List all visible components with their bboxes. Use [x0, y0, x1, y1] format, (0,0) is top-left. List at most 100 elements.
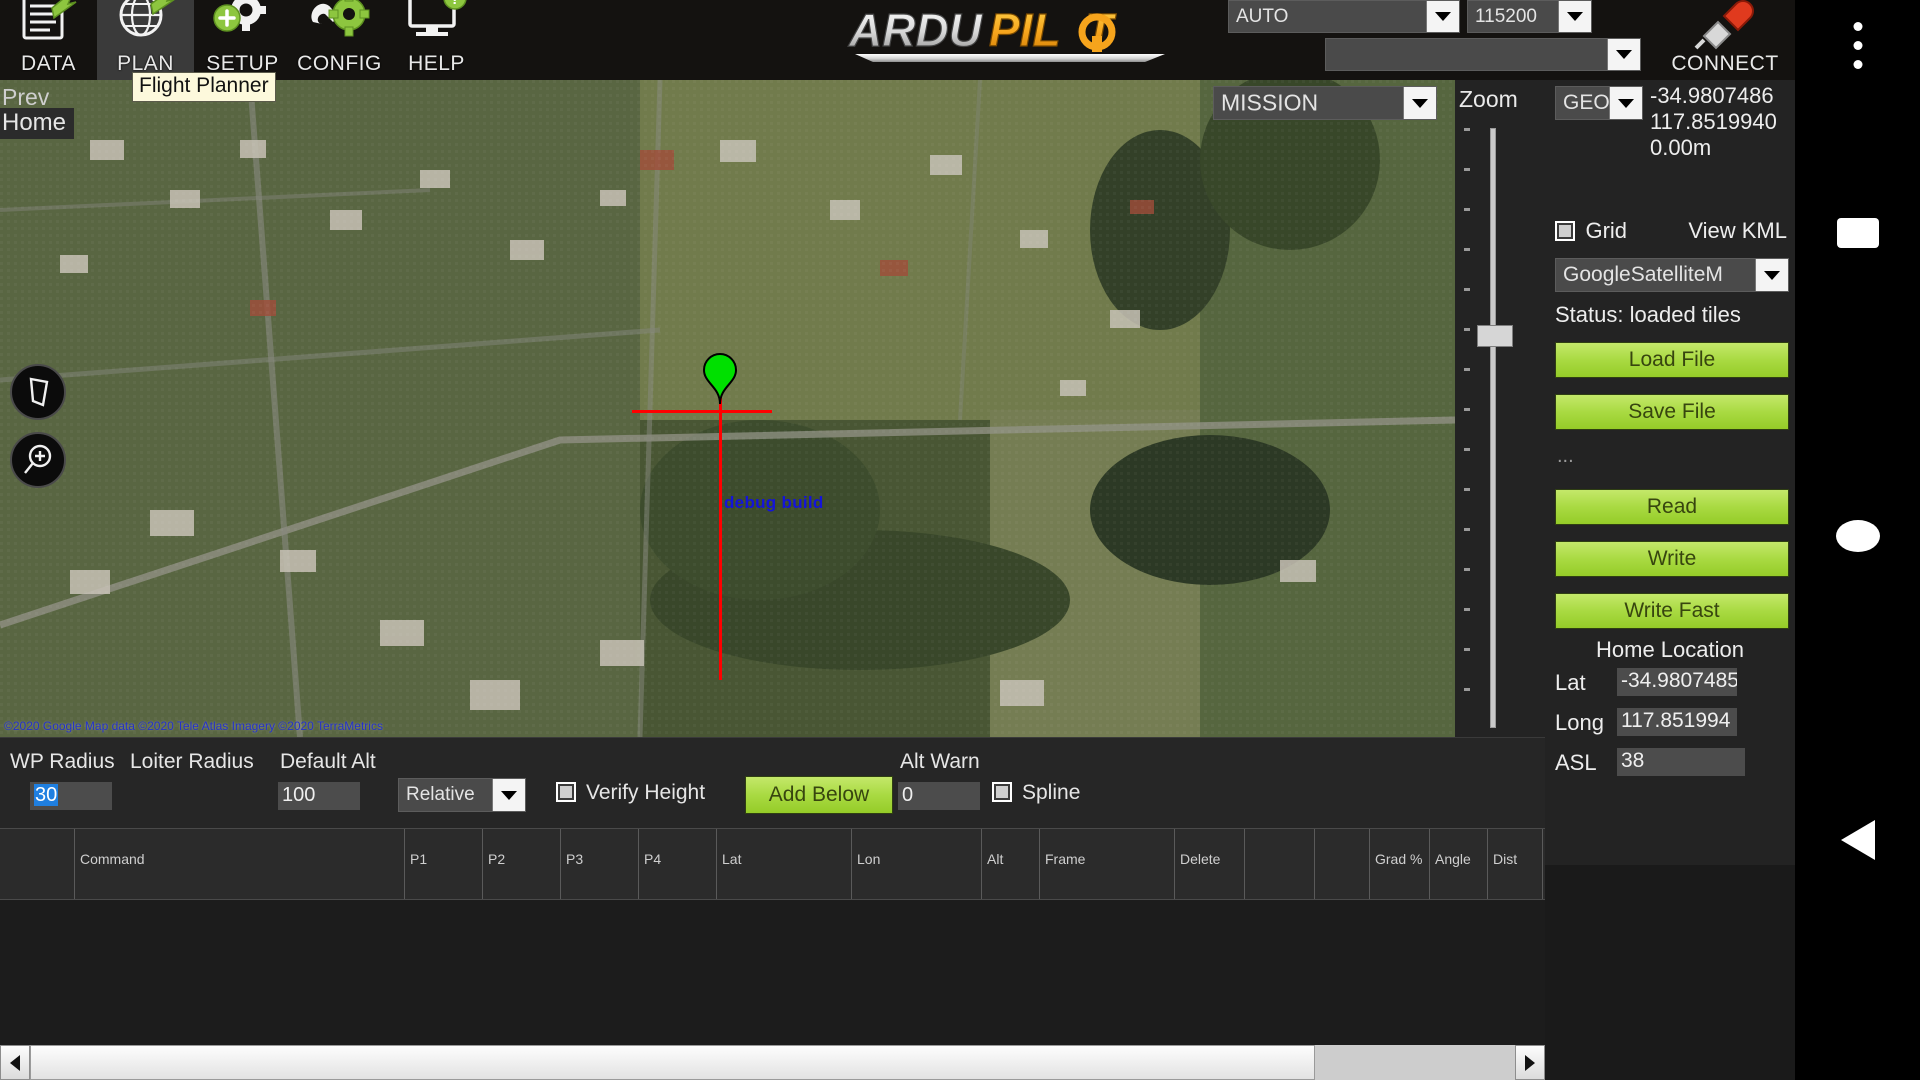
menu-item-config[interactable]: CONFIG: [291, 0, 388, 80]
home-long-field[interactable]: 117.851994: [1617, 708, 1737, 736]
waypoint-pin-icon[interactable]: [702, 353, 738, 405]
horizontal-scrollbar[interactable]: [0, 1045, 1545, 1080]
connect-button[interactable]: CONNECT: [1655, 0, 1795, 80]
grid-checkbox[interactable]: [1555, 221, 1575, 241]
default-alt-input[interactable]: 100: [278, 782, 360, 810]
menu-label-data: DATA: [21, 52, 76, 76]
waypoint-column-header[interactable]: P1: [405, 829, 483, 899]
map-status: Status: loaded tiles: [1555, 302, 1741, 328]
flight-planner-tooltip: Flight Planner: [132, 72, 276, 102]
chevron-down-icon[interactable]: [1607, 39, 1640, 70]
write-waypoints-button[interactable]: Write: [1555, 541, 1789, 577]
waypoint-column-header[interactable]: Frame: [1040, 829, 1175, 899]
menu-item-data[interactable]: DATA: [0, 0, 97, 80]
power-plug-icon: [1694, 0, 1756, 50]
menu-item-help[interactable]: ? HELP: [388, 0, 485, 80]
connection-port-value: AUTO: [1236, 6, 1288, 28]
verify-height-checkbox[interactable]: [556, 782, 576, 802]
chevron-down-icon[interactable]: [1558, 1, 1591, 32]
home-asl-field[interactable]: 38: [1617, 748, 1745, 776]
home-lat-field[interactable]: -34.9807485: [1617, 668, 1737, 696]
waypoint-column-header[interactable]: [1245, 829, 1315, 899]
map-provider-select[interactable]: GoogleSatelliteM: [1555, 258, 1789, 292]
waypoint-column-label: Alt: [987, 851, 1003, 867]
waypoint-column-header[interactable]: Alt: [982, 829, 1040, 899]
add-below-button[interactable]: Add Below: [745, 776, 893, 814]
scroll-right-arrow-icon[interactable]: [1515, 1045, 1545, 1080]
view-kml-link[interactable]: View KML: [1688, 218, 1787, 244]
waypoint-column-header[interactable]: Lon: [852, 829, 982, 899]
waypoint-column-header[interactable]: P2: [483, 829, 561, 899]
mission-side-panel: GEO -34.9807486 117.8519940 0.00m Grid V…: [1545, 80, 1795, 865]
serial-device-select[interactable]: [1325, 38, 1641, 71]
scroll-left-arrow-icon[interactable]: [0, 1045, 30, 1080]
map-zoom-in-button[interactable]: [10, 432, 66, 488]
grid-label: Grid: [1585, 218, 1627, 243]
alt-warn-label: Alt Warn: [900, 750, 980, 774]
waypoint-column-header[interactable]: [0, 829, 75, 899]
polygon-draw-icon: [21, 375, 55, 409]
monitor-help-icon: ?: [404, 0, 470, 46]
menu-item-setup[interactable]: SETUP: [194, 0, 291, 80]
more-options-ellipsis[interactable]: ...: [1557, 445, 1574, 468]
waypoint-column-label: Command: [80, 851, 145, 867]
top-toolbar: DATA PLAN: [0, 0, 1795, 80]
data-document-icon: [16, 0, 82, 46]
magnifier-plus-icon: [20, 442, 56, 478]
load-file-button[interactable]: Load File: [1555, 342, 1789, 378]
gear-plus-icon: [210, 0, 276, 46]
waypoint-column-header[interactable]: Command: [75, 829, 405, 899]
coordinate-system-value: GEO: [1563, 91, 1610, 115]
default-alt-label: Default Alt: [280, 750, 376, 774]
zoom-label: Zoom: [1459, 86, 1518, 113]
recent-apps-icon[interactable]: [1837, 218, 1879, 248]
overflow-menu-icon[interactable]: [1853, 22, 1862, 70]
read-waypoints-button[interactable]: Read: [1555, 489, 1789, 525]
wp-radius-input[interactable]: 30: [30, 782, 112, 810]
waypoint-table-body[interactable]: [0, 900, 1545, 1045]
menu-item-plan[interactable]: PLAN: [97, 0, 194, 80]
alt-warn-input[interactable]: 0: [898, 782, 980, 810]
connect-label: CONNECT: [1671, 52, 1778, 76]
waypoint-column-label: P4: [644, 851, 661, 867]
waypoint-column-header[interactable]: [1315, 829, 1370, 899]
home-icon[interactable]: [1836, 520, 1880, 552]
save-file-button[interactable]: Save File: [1555, 394, 1789, 430]
baud-rate-select[interactable]: 115200: [1467, 0, 1592, 33]
map-attribution: ©2020 Google Map data ©2020 Tele Atlas I…: [4, 719, 383, 733]
menu-label-config: CONFIG: [297, 52, 382, 76]
scrollbar-track[interactable]: [1315, 1045, 1515, 1080]
waypoint-column-header[interactable]: P4: [639, 829, 717, 899]
waypoint-column-header[interactable]: Grad %: [1370, 829, 1430, 899]
map-view[interactable]: Prev Home MISSION debug build ©2020 Goog…: [0, 80, 1455, 737]
waypoint-column-header[interactable]: Lat: [717, 829, 852, 899]
altitude-frame-select[interactable]: Relative: [398, 778, 526, 812]
waypoint-column-label: P2: [488, 851, 505, 867]
waypoint-column-header[interactable]: Delete: [1175, 829, 1245, 899]
chevron-down-icon[interactable]: [1403, 87, 1436, 119]
zoom-slider-thumb[interactable]: [1477, 325, 1513, 347]
wp-radius-value: 30: [34, 784, 58, 806]
waypoint-column-header[interactable]: Dist: [1488, 829, 1543, 899]
zoom-slider-track[interactable]: [1490, 128, 1496, 728]
chevron-down-icon[interactable]: [492, 779, 525, 811]
mission-type-select[interactable]: MISSION: [1213, 86, 1437, 120]
chevron-down-icon[interactable]: [1426, 1, 1459, 32]
cursor-latitude: -34.9807486: [1650, 83, 1777, 109]
connection-port-select[interactable]: AUTO: [1228, 0, 1460, 33]
chevron-down-icon[interactable]: [1755, 259, 1788, 291]
chevron-down-icon[interactable]: [1609, 87, 1642, 119]
menu-label-help: HELP: [408, 52, 465, 76]
android-nav-bar: [1795, 0, 1920, 1080]
scrollbar-thumb[interactable]: [30, 1045, 1315, 1080]
coordinate-system-select[interactable]: GEO: [1555, 86, 1643, 120]
map-home-label-box: Prev Home: [0, 108, 74, 139]
spline-checkbox[interactable]: [992, 782, 1012, 802]
waypoint-column-header[interactable]: P3: [561, 829, 639, 899]
back-arrow-icon[interactable]: [1841, 820, 1875, 860]
wp-radius-label: WP Radius: [10, 750, 115, 774]
write-fast-button[interactable]: Write Fast: [1555, 593, 1789, 629]
waypoint-column-header[interactable]: Angle: [1430, 829, 1488, 899]
loiter-radius-label: Loiter Radius: [130, 750, 254, 774]
polygon-draw-button[interactable]: [10, 364, 66, 420]
